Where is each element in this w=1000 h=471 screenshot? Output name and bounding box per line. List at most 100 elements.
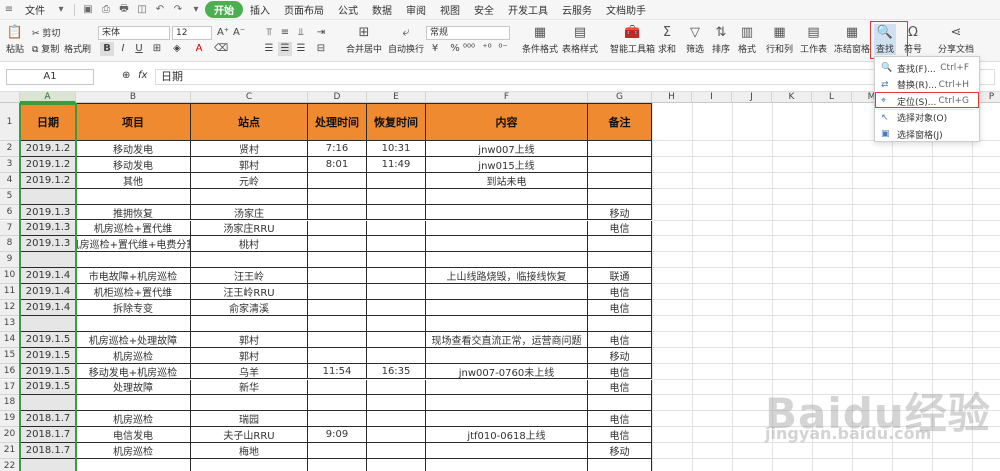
align-right-icon[interactable]: ☰ bbox=[294, 42, 308, 56]
table-cell[interactable]: 汪王岭 bbox=[191, 268, 308, 285]
table-cell[interactable]: 上山线路烧毁，临接线恢复 bbox=[426, 268, 588, 285]
save-icon[interactable]: ▣ bbox=[81, 3, 95, 17]
column-header-g[interactable]: G bbox=[588, 92, 652, 103]
tab-developer[interactable]: 开发工具 bbox=[501, 2, 555, 17]
table-cell[interactable] bbox=[308, 411, 367, 428]
clear-icon[interactable]: ⌫ bbox=[214, 42, 228, 56]
row-header[interactable]: 4 bbox=[0, 172, 20, 189]
table-cell[interactable]: jnw007上线 bbox=[426, 141, 588, 157]
wrap-text-button[interactable]: ⤶ 自动换行 bbox=[388, 24, 424, 56]
table-cell[interactable] bbox=[588, 395, 652, 412]
dropdown-item-4[interactable]: ↖ 选择对象(O) bbox=[875, 110, 979, 126]
table-cell[interactable] bbox=[426, 347, 588, 364]
table-cell[interactable] bbox=[308, 284, 367, 300]
table-cell[interactable] bbox=[367, 395, 426, 412]
table-cell[interactable] bbox=[76, 188, 191, 205]
table-cell[interactable] bbox=[367, 268, 426, 285]
row-header[interactable]: 21 bbox=[0, 443, 20, 459]
table-header-cell[interactable]: 项目 bbox=[76, 103, 191, 141]
table-cell[interactable] bbox=[367, 379, 426, 396]
table-cell[interactable]: 电信 bbox=[588, 331, 652, 348]
row-header[interactable]: 12 bbox=[0, 300, 20, 316]
freeze-button[interactable]: ▦ 冻结窗格 bbox=[834, 24, 870, 56]
table-cell[interactable]: 汪王岭RRU bbox=[191, 284, 308, 300]
table-cell[interactable] bbox=[367, 236, 426, 253]
dropdown-item-1[interactable]: 🔍 查找(F)... Ctrl+F bbox=[875, 60, 979, 76]
row-header[interactable]: 16 bbox=[0, 363, 20, 380]
preview-icon[interactable]: ◫ bbox=[135, 3, 149, 17]
table-cell[interactable]: 16:35 bbox=[367, 363, 426, 380]
table-cell[interactable]: 10:31 bbox=[367, 141, 426, 157]
share-button[interactable]: ⋖ 分享文档 bbox=[938, 24, 974, 56]
table-cell[interactable] bbox=[426, 252, 588, 269]
table-cell[interactable] bbox=[308, 252, 367, 269]
table-cell[interactable]: 桃村 bbox=[191, 236, 308, 253]
table-cell[interactable]: 贤村 bbox=[191, 141, 308, 157]
row-header[interactable]: 10 bbox=[0, 268, 20, 285]
table-cell[interactable] bbox=[191, 315, 308, 332]
table-cell[interactable]: jnw007-0760未上线 bbox=[426, 363, 588, 380]
table-cell[interactable] bbox=[588, 252, 652, 269]
row-header[interactable]: 6 bbox=[0, 204, 20, 221]
tab-formula[interactable]: 公式 bbox=[331, 2, 365, 17]
table-cell[interactable] bbox=[191, 188, 308, 205]
select-all-corner[interactable] bbox=[0, 92, 20, 103]
thousands-icon[interactable]: ⁰⁰⁰ bbox=[462, 42, 476, 56]
table-cell[interactable]: 电信 bbox=[588, 427, 652, 444]
decrease-decimal-icon[interactable]: ⁰⁻ bbox=[496, 42, 510, 56]
worksheet-button[interactable]: ▤ 工作表 bbox=[800, 24, 827, 56]
table-cell[interactable]: 拆除专变 bbox=[76, 300, 191, 316]
font-grow-icon[interactable]: A⁺ bbox=[216, 26, 230, 40]
row-header[interactable]: 9 bbox=[0, 252, 20, 269]
table-cell[interactable]: 机房巡检+处理故障 bbox=[76, 331, 191, 348]
font-shrink-icon[interactable]: A⁻ bbox=[232, 26, 246, 40]
column-header-f[interactable]: F bbox=[426, 92, 588, 103]
table-cell[interactable] bbox=[308, 443, 367, 459]
table-cell[interactable] bbox=[76, 252, 191, 269]
table-cell[interactable]: 到站未电 bbox=[426, 172, 588, 189]
table-header-cell[interactable]: 内容 bbox=[426, 103, 588, 141]
row-header[interactable]: 20 bbox=[0, 427, 20, 444]
align-middle-icon[interactable]: ≡ bbox=[278, 26, 292, 40]
table-cell[interactable]: 郭村 bbox=[191, 347, 308, 364]
find-button[interactable]: 🔍 查找 bbox=[874, 24, 897, 55]
column-header-l[interactable]: L bbox=[812, 92, 852, 103]
table-cell[interactable]: 汤家庄RRU bbox=[191, 220, 308, 237]
table-cell[interactable]: 移动发电+机房巡检 bbox=[76, 363, 191, 380]
table-cell[interactable] bbox=[588, 315, 652, 332]
percent-icon[interactable]: % bbox=[448, 42, 462, 56]
column-header-b[interactable]: B bbox=[76, 92, 191, 103]
table-cell[interactable] bbox=[308, 331, 367, 348]
print-preview-icon[interactable]: ⎙ bbox=[99, 3, 113, 17]
table-cell[interactable] bbox=[308, 300, 367, 316]
tab-start[interactable]: 开始 bbox=[205, 1, 243, 18]
table-cell[interactable] bbox=[426, 300, 588, 316]
table-header-cell[interactable]: 站点 bbox=[191, 103, 308, 141]
tab-view[interactable]: 视图 bbox=[433, 2, 467, 17]
table-style-button[interactable]: ▤ 表格样式 bbox=[562, 24, 598, 56]
row-header[interactable]: 2 bbox=[0, 141, 20, 157]
table-cell[interactable]: 电信 bbox=[588, 220, 652, 237]
table-cell[interactable] bbox=[426, 220, 588, 237]
column-header-c[interactable]: C bbox=[191, 92, 308, 103]
table-cell[interactable] bbox=[308, 459, 367, 471]
table-cell[interactable] bbox=[367, 188, 426, 205]
table-cell[interactable]: 元岭 bbox=[191, 172, 308, 189]
table-cell[interactable] bbox=[191, 395, 308, 412]
table-cell[interactable]: 处理故障 bbox=[76, 379, 191, 396]
row-header[interactable]: 7 bbox=[0, 220, 20, 237]
table-cell[interactable] bbox=[426, 443, 588, 459]
table-cell[interactable] bbox=[367, 172, 426, 189]
sort-button[interactable]: ⇅ 排序 bbox=[712, 24, 730, 56]
smart-toolbox-button[interactable]: 🧰 智能工具箱 bbox=[610, 24, 655, 56]
row-header[interactable]: 19 bbox=[0, 411, 20, 428]
name-box[interactable]: A1 bbox=[6, 69, 94, 85]
paste-button[interactable]: 📋 粘贴 bbox=[6, 24, 24, 56]
align-bottom-icon[interactable]: ⫫ bbox=[294, 26, 308, 40]
table-cell[interactable] bbox=[588, 141, 652, 157]
symbol-button[interactable]: Ω 符号 bbox=[904, 24, 922, 56]
table-cell[interactable]: 电信 bbox=[588, 363, 652, 380]
merge-center-button[interactable]: ⊞ 合并居中 bbox=[346, 24, 382, 56]
table-cell[interactable] bbox=[426, 188, 588, 205]
tab-doc-assistant[interactable]: 文档助手 bbox=[599, 2, 653, 17]
